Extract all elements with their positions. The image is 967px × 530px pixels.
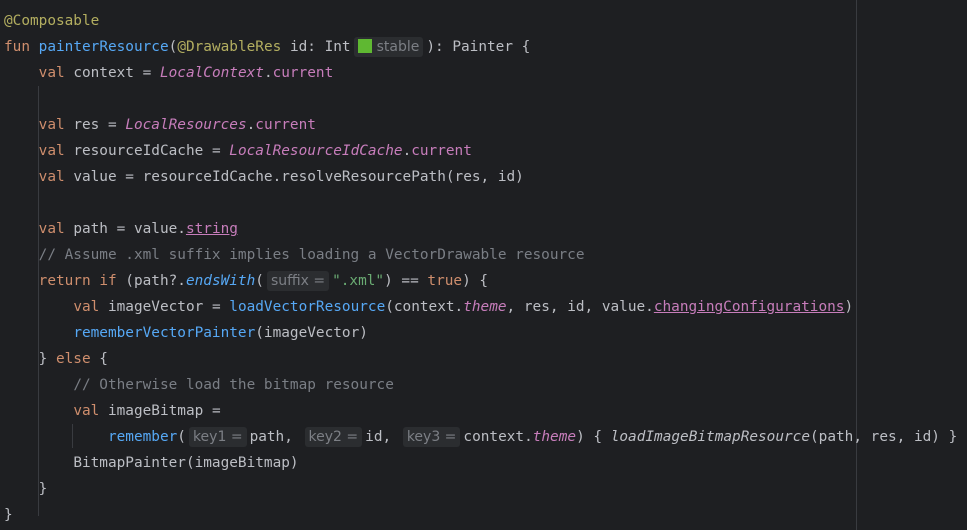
local-resources: LocalResources — [125, 117, 247, 133]
load-vector-resource-call: loadVectorResource — [229, 299, 386, 315]
function-name: painterResource — [38, 39, 169, 55]
brace: { — [90, 351, 108, 367]
inlay-hint-key2: key2 = — [304, 427, 363, 447]
ends-with-call: endsWith — [185, 273, 256, 289]
code-line-9[interactable]: val path = value.string — [4, 216, 238, 242]
brace: ) { — [462, 273, 489, 289]
keyword-true: true — [427, 273, 463, 289]
changing-configurations-property: changingConfigurations — [653, 299, 845, 315]
args: (imageVector) — [255, 325, 368, 341]
keyword-val: val — [38, 169, 65, 185]
inlay-hint-key3: key3 = — [402, 427, 461, 447]
image-bitmap-declaration: imageBitmap = — [99, 403, 221, 419]
code-line-20[interactable]: } — [4, 502, 13, 528]
code-line-19[interactable]: } — [4, 476, 48, 502]
code-line-3[interactable]: val context = LocalContext.current — [4, 60, 334, 86]
inlay-hint-key1: key1 = — [188, 427, 247, 447]
keyword-val: val — [73, 299, 100, 315]
keyword-fun: fun — [4, 39, 30, 55]
comment-assume-xml: // Assume .xml suffix implies loading a … — [38, 247, 585, 263]
string-property: string — [185, 221, 238, 237]
code-line-1[interactable]: @Composable — [4, 8, 99, 34]
code-line-2[interactable]: fun painterResource(@DrawableRes id: Int… — [4, 34, 530, 60]
keyword-val: val — [38, 221, 65, 237]
local-context: LocalContext — [159, 65, 264, 81]
equals-operator: ) == — [384, 273, 428, 289]
keyword-if: if — [99, 273, 117, 289]
inlay-hint-stable: stable — [353, 37, 424, 57]
remember-vector-painter-call: rememberVectorPainter — [73, 325, 256, 341]
cache-declaration: resourceIdCache = — [64, 143, 230, 159]
signature-end: ): Painter { — [426, 39, 531, 55]
inlay-hint-suffix: suffix = — [266, 271, 330, 291]
code-line-16[interactable]: val imageBitmap = — [4, 398, 221, 424]
code-line-13[interactable]: rememberVectorPainter(imageVector) — [4, 320, 368, 346]
paren: ( — [168, 39, 178, 55]
if-condition: (path?. — [116, 273, 186, 289]
code-line-15[interactable]: // Otherwise load the bitmap resource — [4, 372, 394, 398]
lambda-args: (path, res, id) } — [810, 429, 958, 445]
code-editor[interactable]: @Composable fun painterResource(@Drawabl… — [0, 0, 967, 530]
code-line-11[interactable]: return if (path?.endsWith(suffix = ".xml"… — [4, 268, 488, 294]
code-line-6[interactable]: val resourceIdCache = LocalResourceIdCac… — [4, 138, 472, 164]
dot: . — [263, 65, 273, 81]
brace: ) { — [576, 429, 603, 445]
res-declaration: res = — [64, 117, 126, 133]
arg-context: context. — [463, 429, 533, 445]
brace: } — [4, 507, 13, 523]
path-declaration: path = value. — [64, 221, 186, 237]
theme-property: theme — [532, 429, 577, 445]
local-resource-id-cache: LocalResourceIdCache — [229, 143, 403, 159]
right-margin-guide — [856, 0, 857, 530]
paren: ) — [844, 299, 854, 315]
image-vector-declaration: imageVector = — [99, 299, 230, 315]
code-line-5[interactable]: val res = LocalResources.current — [4, 112, 316, 138]
code-line-17[interactable]: remember(key1 = path, key2 = id, key3 = con… — [4, 424, 957, 450]
paren: ( — [177, 429, 186, 445]
brace: } — [38, 481, 48, 497]
keyword-val: val — [38, 143, 65, 159]
dot: . — [246, 117, 256, 133]
code-line-10[interactable]: // Assume .xml suffix implies loading a … — [4, 242, 585, 268]
stable-icon — [357, 39, 372, 53]
code-line-7[interactable]: val value = resourceIdCache.resolveResou… — [4, 164, 524, 190]
xml-string-literal: ".xml" — [332, 273, 385, 289]
theme-property: theme — [463, 299, 507, 315]
keyword-val: val — [38, 65, 65, 81]
code-line-18[interactable]: BitmapPainter(imageBitmap) — [4, 450, 299, 476]
param-declaration: id: Int — [281, 39, 351, 55]
arg-id: id, — [365, 429, 400, 445]
keyword-val: val — [38, 117, 65, 133]
code-line-14[interactable]: } else { — [4, 346, 108, 372]
paren: ( — [255, 273, 264, 289]
load-image-bitmap-call: loadImageBitmapResource — [610, 429, 811, 445]
context-declaration: context = — [64, 65, 160, 81]
args: (context. — [385, 299, 464, 315]
drawable-res-annotation: @DrawableRes — [177, 39, 282, 55]
args: , res, id, value. — [506, 299, 654, 315]
arg-path: path, — [249, 429, 302, 445]
remember-call: remember — [107, 429, 178, 445]
keyword-val: val — [73, 403, 100, 419]
value-declaration: value = resourceIdCache.resolveResourceP… — [64, 169, 524, 185]
current-property: current — [255, 117, 316, 133]
keyword-else: else — [55, 351, 91, 367]
code-line-12[interactable]: val imageVector = loadVectorResource(con… — [4, 294, 853, 320]
dot: . — [402, 143, 412, 159]
brace: } — [38, 351, 56, 367]
hint-text: stable — [376, 39, 420, 55]
bitmap-painter-call: BitmapPainter(imageBitmap) — [73, 455, 299, 471]
comment-otherwise: // Otherwise load the bitmap resource — [73, 377, 394, 393]
keyword-return: return — [38, 273, 91, 289]
composable-annotation: @Composable — [4, 13, 100, 29]
current-property: current — [272, 65, 334, 81]
current-property: current — [411, 143, 472, 159]
